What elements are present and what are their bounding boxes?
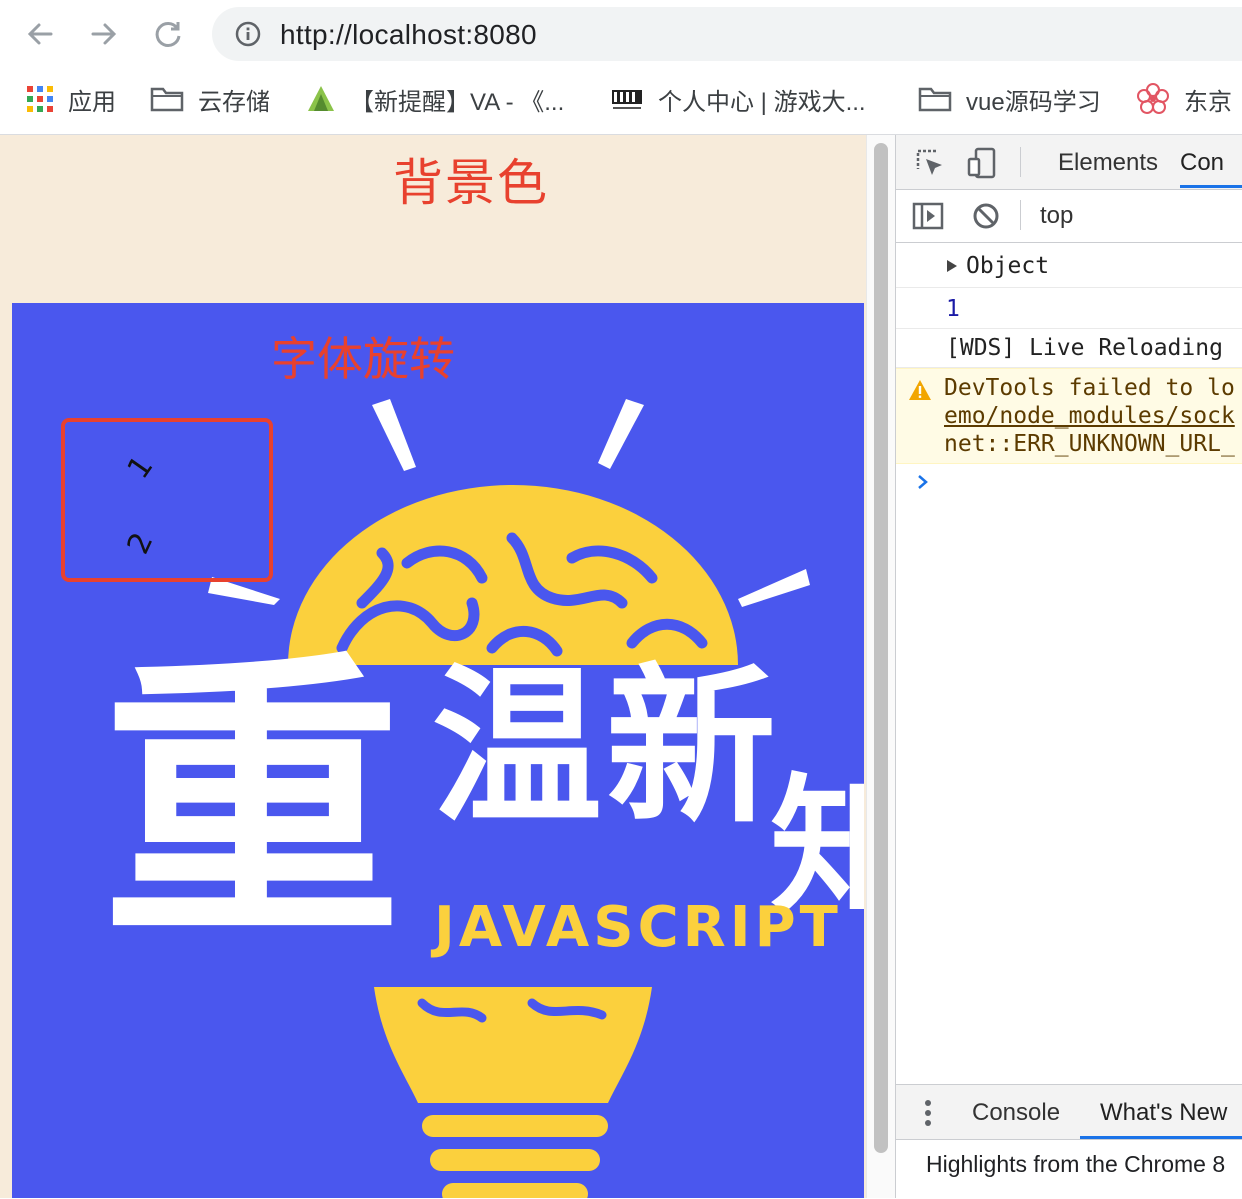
more-options-icon[interactable] (924, 1099, 932, 1127)
devtools-drawer: Console What's New Highlights from the C… (896, 1084, 1242, 1199)
console-message-number: 1 (896, 288, 1242, 329)
bookmark-label: 东京 (1184, 88, 1232, 116)
chevron-right-icon (918, 475, 928, 489)
drawer-tab-whats-new[interactable]: What's New (1100, 1099, 1227, 1127)
rotated-text-box: 1 2 (61, 418, 273, 582)
warning-link[interactable]: emo/node_modules/sock (944, 403, 1235, 429)
expand-triangle-icon[interactable] (946, 259, 958, 273)
console-text: Object (966, 253, 1050, 279)
bookmark-vue-source[interactable]: vue源码学习 (918, 82, 1101, 116)
clear-console-button[interactable] (966, 196, 1006, 236)
context-selector[interactable]: top (1040, 202, 1073, 230)
block-icon (973, 203, 999, 229)
device-mode-icon (967, 147, 996, 179)
address-bar[interactable]: http://localhost:8080 (212, 7, 1242, 61)
sidebar-toggle-button[interactable] (908, 196, 948, 236)
back-button[interactable] (20, 14, 60, 54)
url-text[interactable]: http://localhost:8080 (280, 19, 537, 51)
site-favicon-icon (610, 84, 644, 114)
info-icon[interactable] (234, 20, 262, 48)
bookmark-apps[interactable]: 应用 (26, 82, 116, 116)
forward-arrow-icon (91, 23, 117, 45)
warning-icon (909, 380, 931, 400)
bookmark-label: 云存储 (198, 88, 270, 116)
bookmark-va[interactable]: 【新提醒】VA - 《... (306, 82, 564, 116)
reload-button[interactable] (148, 14, 188, 54)
poster-char-zhong: 重 (102, 628, 402, 977)
bookmark-tokyo[interactable]: 东京 (1136, 82, 1232, 116)
devtools-panel: Elements Con top Object 1 [WDS] Live Rel… (895, 135, 1242, 1199)
bookmark-label: 【新提醒】VA - 《... (350, 88, 565, 116)
bookmark-label: vue源码学习 (966, 88, 1101, 116)
page-scrollbar[interactable] (866, 135, 896, 1198)
background-color-heading: 背景色 (393, 154, 549, 212)
inspect-cursor-icon (916, 149, 942, 175)
tab-console[interactable]: Con (1180, 149, 1224, 177)
active-tab-indicator (1180, 185, 1242, 188)
warning-line-3: net::ERR_UNKNOWN_URL_ (944, 431, 1235, 457)
console-toolbar: top (896, 190, 1242, 243)
whats-new-highlights: Highlights from the Chrome 8 (926, 1151, 1226, 1177)
console-text: 1 (946, 296, 960, 322)
back-arrow-icon (27, 23, 53, 45)
inspect-element-button[interactable] (910, 143, 950, 183)
device-toolbar-button[interactable] (962, 143, 1002, 183)
poster-image: 字体旋转 1 2 重 温 新 知 JAVASCRIPT (12, 303, 864, 1198)
folder-icon (918, 86, 952, 112)
active-tab-indicator (1080, 1136, 1242, 1139)
folder-icon (150, 86, 184, 112)
rotated-number-two: 2 (120, 527, 161, 560)
forward-button[interactable] (84, 14, 124, 54)
flower-icon (1136, 82, 1170, 116)
console-message-log: [WDS] Live Reloading (896, 329, 1242, 368)
console-message-object[interactable]: Object (896, 243, 1242, 288)
site-favicon-icon (306, 84, 336, 114)
bookmarks-bar: 应用 云存储 【新提醒】VA - 《... 个人中心 | 游戏大... vue源… (0, 68, 1242, 135)
page-scrollbar-thumb[interactable] (874, 143, 888, 1153)
sidebar-play-icon (912, 202, 944, 230)
bookmark-cloud-storage[interactable]: 云存储 (150, 82, 270, 116)
reload-icon (155, 21, 181, 47)
console-text: [WDS] Live Reloading (946, 335, 1223, 361)
warning-line-1: DevTools failed to lo (944, 375, 1235, 401)
drawer-tab-bar: Console What's New (896, 1085, 1242, 1140)
page-viewport: 背景色 字体旋转 1 2 重 温 新 知 JAVASCRIPT (0, 135, 866, 1198)
poster-subtitle: JAVASCRIPT (434, 895, 842, 960)
tab-elements[interactable]: Elements (1058, 149, 1158, 177)
console-prompt[interactable] (916, 469, 930, 497)
drawer-tab-console[interactable]: Console (972, 1099, 1060, 1127)
toolbar-divider (1020, 200, 1021, 230)
browser-toolbar: http://localhost:8080 (0, 0, 1242, 68)
bookmark-label: 应用 (68, 88, 116, 116)
toolbar-divider (1020, 147, 1021, 177)
poster-char-xin: 新 (606, 649, 777, 847)
font-rotate-heading: 字体旋转 (271, 332, 455, 386)
apps-grid-icon (26, 85, 54, 113)
rotated-number-one: 1 (120, 449, 161, 486)
bookmark-label: 个人中心 | 游戏大... (658, 88, 866, 116)
bookmark-game-center[interactable]: 个人中心 | 游戏大... (610, 82, 866, 116)
devtools-tab-bar: Elements Con (896, 135, 1242, 190)
console-message-warning: DevTools failed to lo emo/node_modules/s… (896, 368, 1242, 464)
poster-char-wen: 温 (432, 649, 603, 847)
